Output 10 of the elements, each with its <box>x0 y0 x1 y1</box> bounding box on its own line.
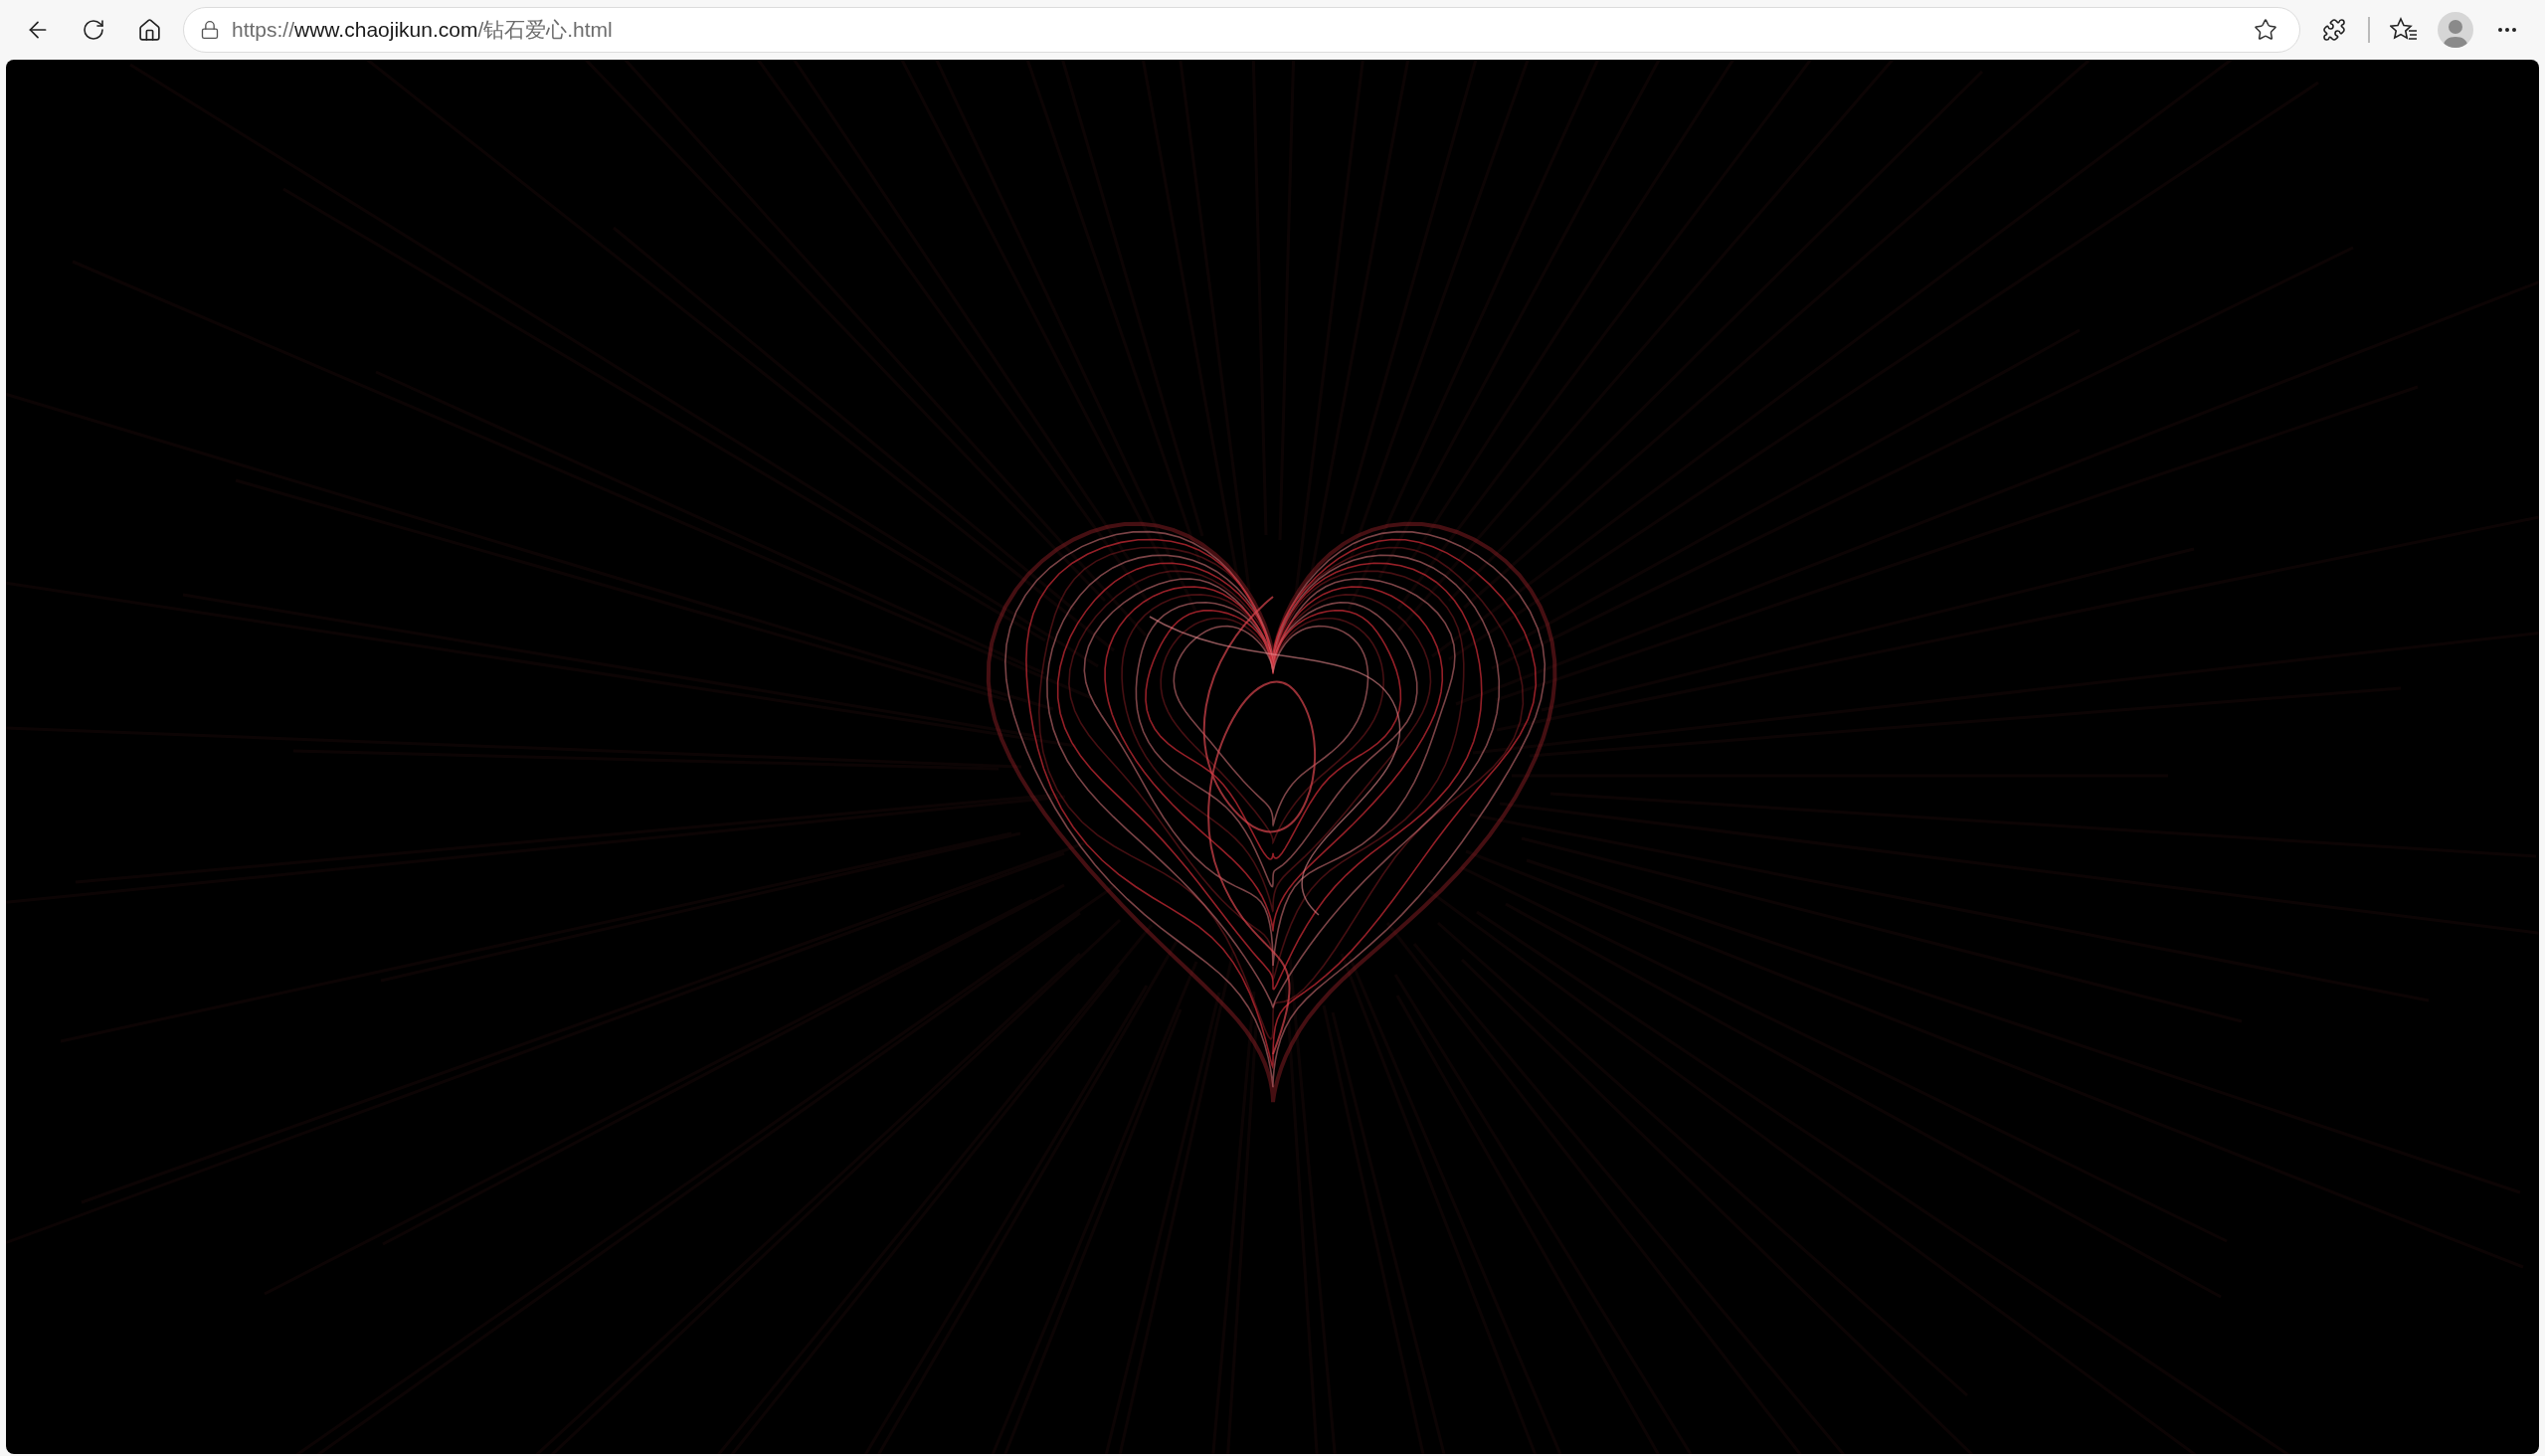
refresh-icon <box>82 18 105 42</box>
puzzle-piece-icon <box>2322 18 2346 42</box>
profile-avatar[interactable] <box>2438 12 2473 48</box>
lock-icon <box>200 20 220 40</box>
star-icon <box>2254 18 2277 42</box>
url-text: https://www.chaojikun.com/钻石爱心.html <box>232 17 613 44</box>
more-dots-icon <box>2498 28 2516 32</box>
star-list-icon <box>2390 17 2418 43</box>
address-bar[interactable]: https://www.chaojikun.com/钻石爱心.html <box>183 7 2300 53</box>
home-icon <box>136 17 162 43</box>
